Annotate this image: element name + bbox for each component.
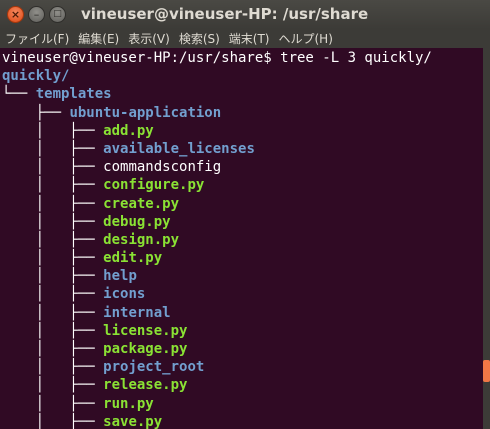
menu-edit[interactable]: 編集(E) [73, 30, 123, 47]
tree-entry-name: internal [103, 304, 171, 321]
tree-entry-name: create.py [103, 195, 180, 212]
minimize-icon[interactable]: – [28, 6, 45, 23]
tree-entry-name: debug.py [103, 213, 171, 230]
tree-branch: │ ├── [2, 250, 104, 267]
terminal-output[interactable]: vineuser@vineuser-HP:/usr/share$ tree -L… [0, 48, 490, 429]
root-directory: quickly/ [2, 68, 70, 85]
menu-view[interactable]: 表示(V) [123, 30, 174, 47]
close-icon[interactable]: × [7, 6, 24, 23]
tree-entry-name: templates [35, 86, 112, 103]
tree-branch: │ ├── [2, 377, 104, 394]
tree-entry-name: design.py [103, 231, 180, 248]
tree-entry-name: available_licenses [103, 140, 255, 157]
tree-line: │ ├── icons [2, 285, 432, 303]
tree-branch: │ ├── [2, 304, 104, 321]
tree-branch: └── [2, 86, 36, 103]
tree-entry-name: release.py [103, 377, 188, 394]
tree-branch: │ ├── [2, 122, 104, 139]
tree-line: │ ├── design.py [2, 231, 432, 249]
menu-terminal[interactable]: 端末(T) [224, 30, 274, 47]
terminal-lines: vineuser@vineuser-HP:/usr/share$ tree -L… [2, 49, 432, 429]
tree-line: │ ├── project_root [2, 358, 432, 376]
tree-branch: │ ├── [2, 395, 104, 412]
tree-branch: ├── [2, 104, 70, 121]
tree-entry-name: project_root [103, 359, 205, 376]
tree-branch: │ ├── [2, 268, 104, 285]
tree-branch: │ ├── [2, 341, 104, 357]
tree-branch: │ ├── [2, 159, 104, 176]
tree-line: │ ├── available_licenses [2, 140, 432, 158]
menu-bar: ファイル(F) 編集(E) 表示(V) 検索(S) 端末(T) ヘルプ(H) [0, 29, 490, 48]
tree-branch: │ ├── [2, 140, 104, 157]
tree-entry-name: add.py [103, 122, 154, 139]
tree-entry-name: save.py [103, 413, 163, 429]
terminal-window: × – □ vineuser@vineuser-HP: /usr/share フ… [0, 0, 490, 429]
tree-line: │ ├── help [2, 267, 432, 285]
tree-line: └── templates [2, 85, 432, 103]
menu-file[interactable]: ファイル(F) [0, 30, 73, 47]
tree-entry-name: edit.py [103, 250, 163, 267]
tree-line: │ ├── commandsconfig [2, 158, 432, 176]
tree-entry-name: icons [103, 286, 146, 303]
tree-entry-name: license.py [103, 322, 188, 339]
tree-line: │ ├── edit.py [2, 249, 432, 267]
tree-branch: │ ├── [2, 286, 104, 303]
tree-line: │ ├── package.py [2, 340, 432, 358]
scrollbar[interactable] [483, 48, 490, 429]
tree-line: │ ├── add.py [2, 122, 432, 140]
tree-branch: │ ├── [2, 177, 104, 194]
window-title: vineuser@vineuser-HP: /usr/share [81, 5, 369, 23]
tree-branch: │ ├── [2, 359, 104, 376]
scrollbar-thumb[interactable] [483, 360, 490, 382]
tree-branch: │ ├── [2, 413, 104, 429]
tree-line: │ ├── create.py [2, 195, 432, 213]
tree-branch: │ ├── [2, 213, 104, 230]
command-prompt-line: vineuser@vineuser-HP:/usr/share$ tree -L… [2, 50, 432, 66]
tree-entry-name: help [103, 268, 137, 285]
tree-branch: │ ├── [2, 231, 104, 248]
tree-branch: │ ├── [2, 322, 104, 339]
tree-line: │ ├── debug.py [2, 213, 432, 231]
tree-listing: └── templates ├── ubuntu-application │ ├… [2, 85, 432, 429]
tree-entry-name: package.py [103, 341, 188, 357]
tree-branch: │ ├── [2, 195, 104, 212]
maximize-icon[interactable]: □ [49, 6, 66, 23]
tree-entry-name: commandsconfig [103, 159, 222, 176]
tree-entry-name: configure.py [103, 177, 205, 194]
tree-entry-name: run.py [103, 395, 154, 412]
title-bar[interactable]: × – □ vineuser@vineuser-HP: /usr/share [0, 0, 490, 29]
tree-line: │ ├── release.py [2, 376, 432, 394]
tree-line: │ ├── configure.py [2, 176, 432, 194]
menu-help[interactable]: ヘルプ(H) [274, 30, 337, 47]
tree-entry-name: ubuntu-application [69, 104, 222, 121]
tree-line: │ ├── license.py [2, 322, 432, 340]
tree-line: ├── ubuntu-application [2, 104, 432, 122]
tree-line: │ ├── internal [2, 304, 432, 322]
menu-search[interactable]: 検索(S) [174, 30, 224, 47]
tree-line: │ ├── run.py [2, 395, 432, 413]
tree-line: │ ├── save.py [2, 413, 432, 429]
